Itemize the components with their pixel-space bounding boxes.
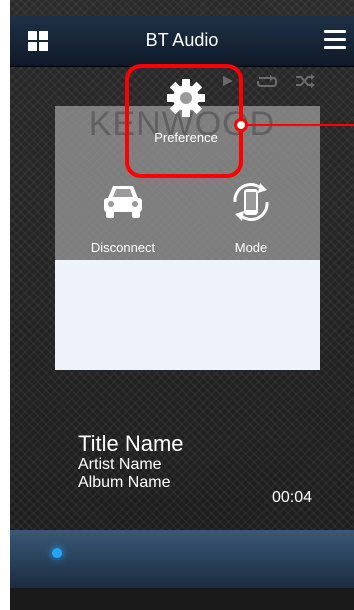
bt-audio-screen: BT Audio KENWOOD Preference Disconnect M…	[10, 0, 354, 610]
phone-rotate-icon	[233, 183, 269, 221]
menu-line-icon	[324, 46, 346, 49]
shuffle-icon[interactable]	[294, 74, 316, 92]
disconnect-label: Disconnect	[90, 240, 156, 255]
bottom-edge	[10, 588, 354, 610]
track-title: Title Name	[78, 431, 184, 456]
track-album: Album Name	[78, 474, 171, 491]
repeat-icon[interactable]	[256, 74, 278, 92]
page-title: BT Audio	[145, 30, 219, 50]
disconnect-button[interactable]: Disconnect	[78, 182, 168, 255]
menu-line-icon	[324, 38, 346, 41]
mode-button[interactable]: Mode	[206, 178, 296, 255]
left-margin	[0, 0, 10, 610]
car-icon	[104, 186, 142, 218]
callout-dot	[234, 118, 248, 132]
album-art	[55, 260, 320, 370]
status-indicator-dot	[52, 548, 62, 558]
app-window: BT Audio KENWOOD Preference Disconnect M…	[0, 0, 354, 610]
menu-line-icon	[324, 30, 346, 33]
track-info: Title Name Artist Name Album Name	[78, 432, 184, 492]
callout-line	[248, 124, 354, 126]
mode-label: Mode	[234, 240, 268, 255]
highlight-box	[125, 64, 243, 178]
track-artist: Artist Name	[78, 456, 162, 473]
bottom-bar	[10, 530, 354, 588]
header-bar: BT Audio	[10, 16, 354, 67]
playback-time: 00:04	[272, 489, 313, 506]
hamburger-menu-button[interactable]	[324, 30, 346, 50]
